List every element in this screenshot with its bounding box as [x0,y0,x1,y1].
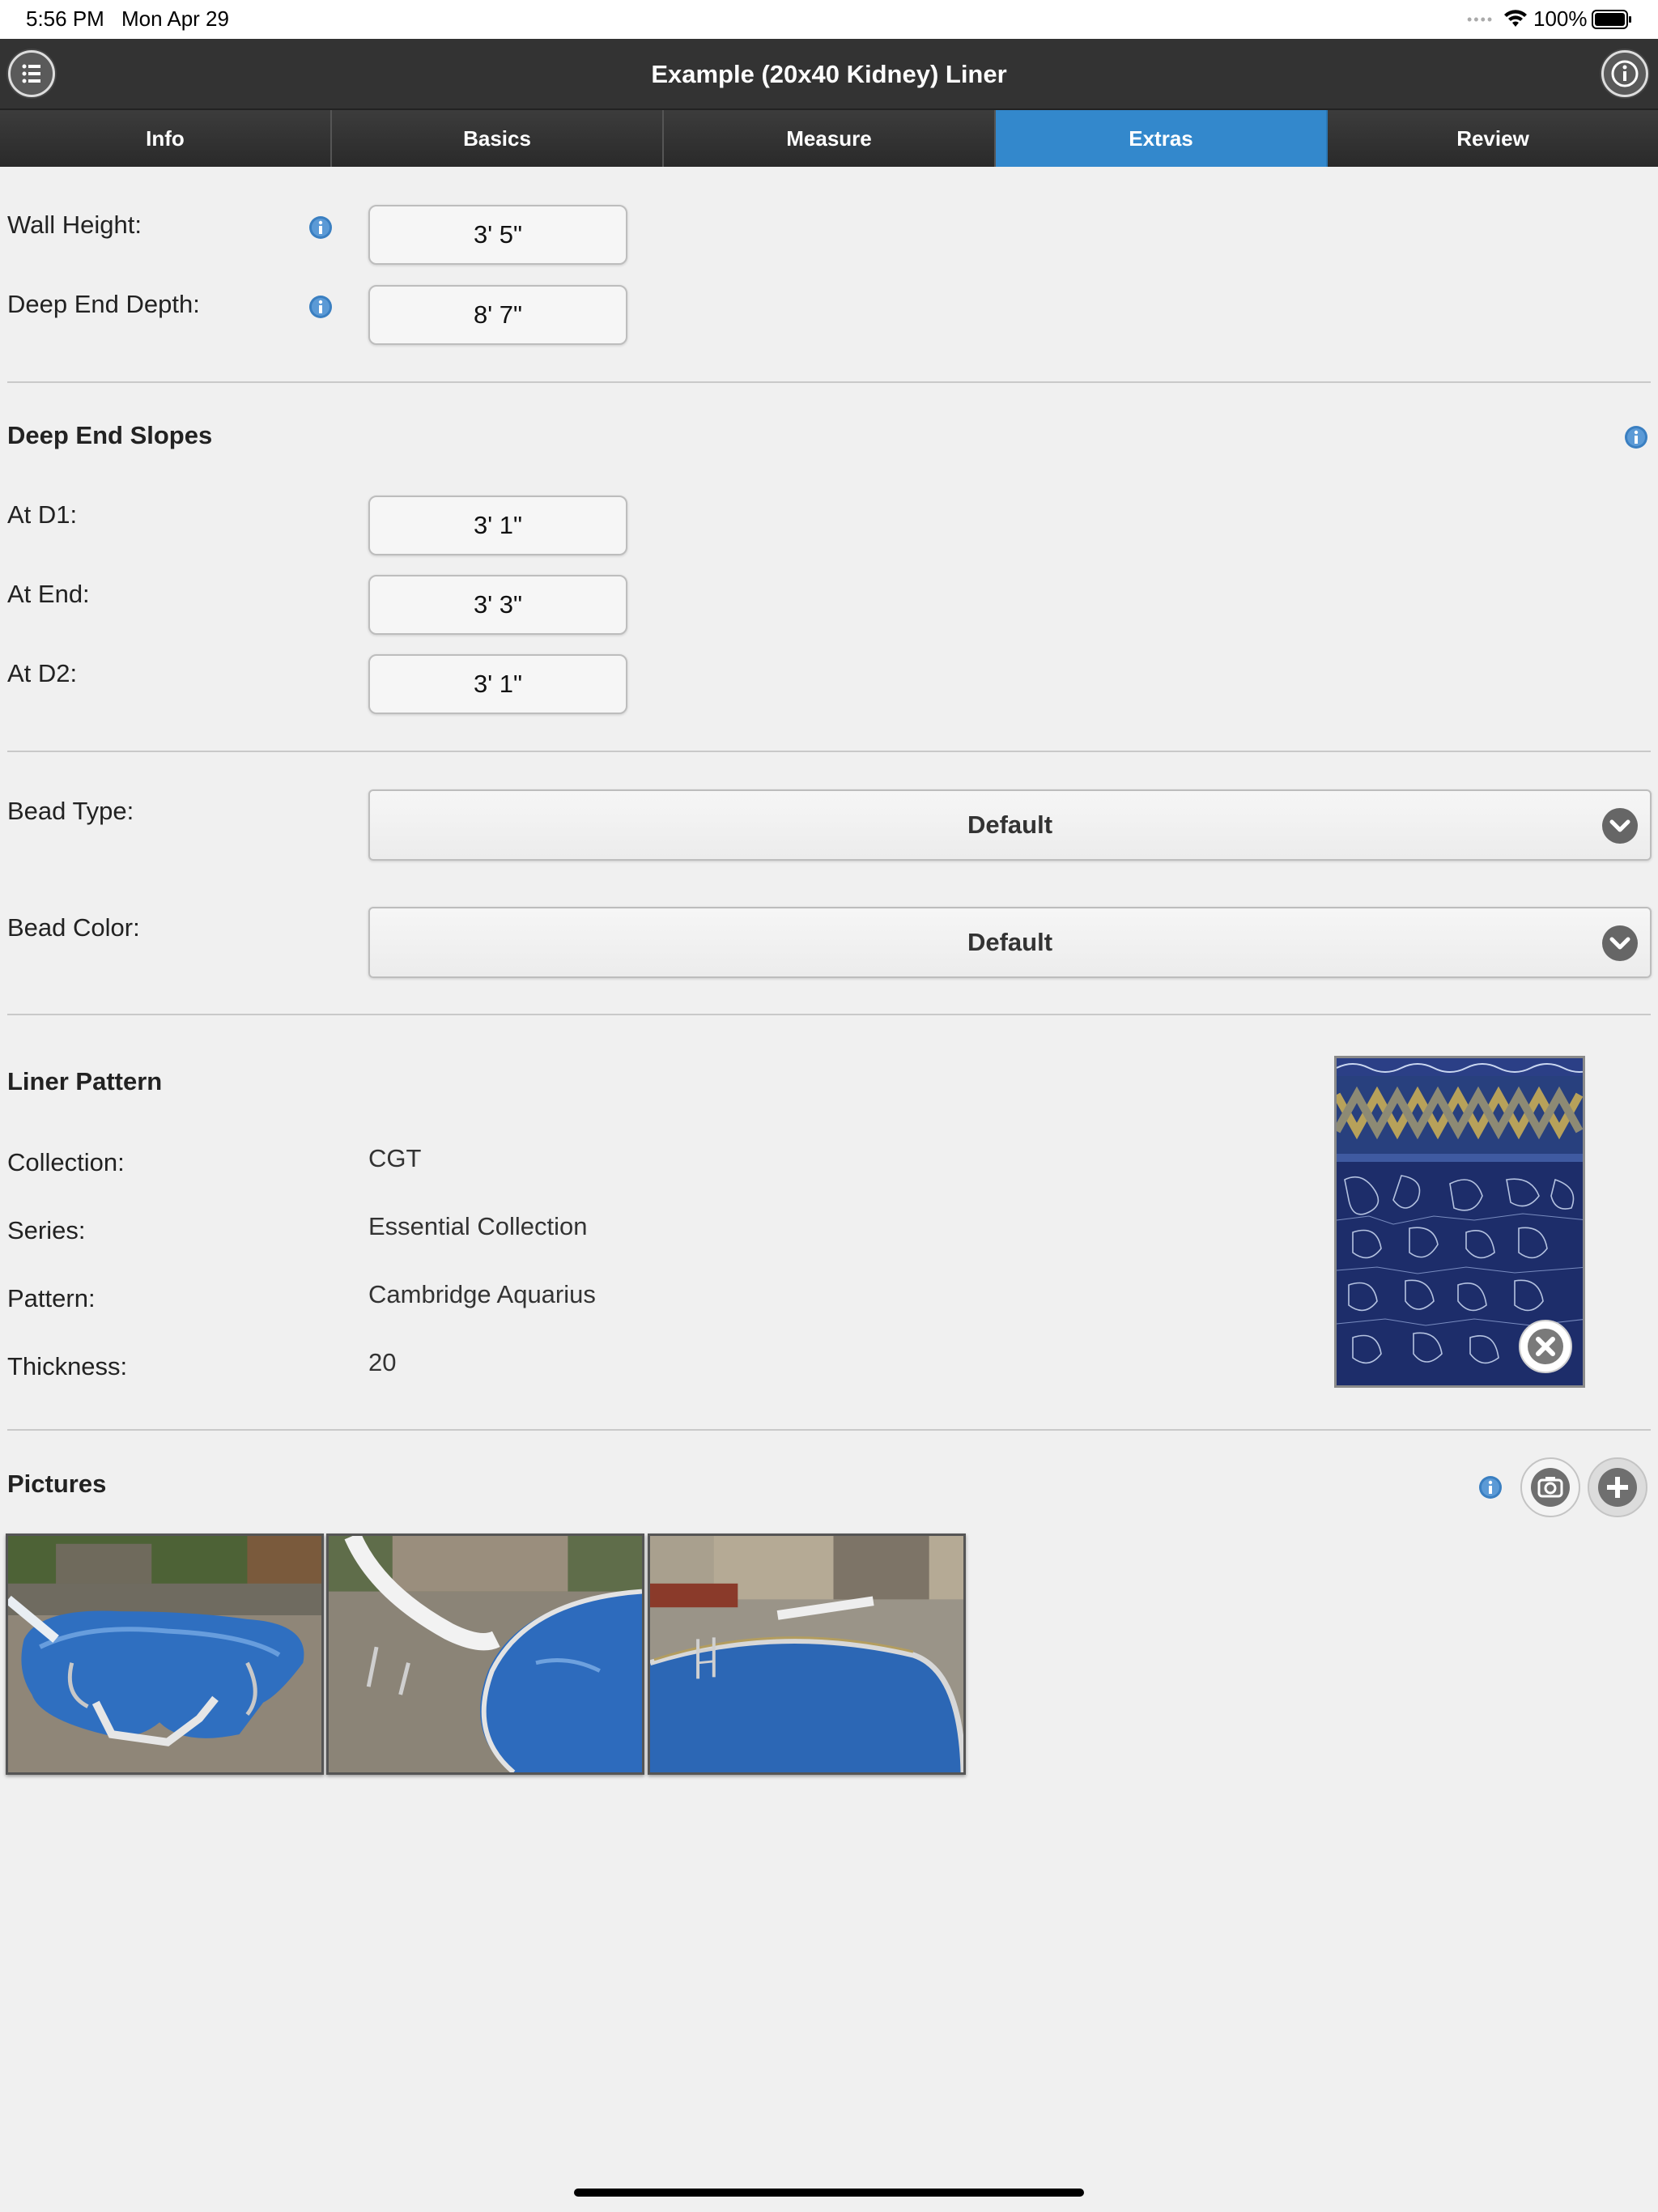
info-circle-icon [1611,60,1639,87]
chevron-down-icon [1602,925,1638,961]
tab-bar: Info Basics Measure Extras Review [0,110,1658,167]
liner-pattern-title: Liner Pattern [7,1067,163,1095]
pool-photo-2[interactable] [326,1534,644,1775]
series-label: Series: [7,1216,86,1244]
thickness-value: 20 [368,1348,397,1376]
deep-end-depth-button[interactable]: 8' 7" [368,285,627,345]
bead-color-value: Default [967,928,1053,956]
signal-dots-icon: •••• [1467,11,1494,28]
at-d1-button[interactable]: 3' 1" [368,496,627,555]
camera-button[interactable] [1520,1457,1581,1518]
bead-type-value: Default [967,810,1053,839]
pattern-value: Cambridge Aquarius [368,1280,596,1308]
tab-basics[interactable]: Basics [332,110,664,167]
wall-height-label: Wall Height: [7,211,142,239]
series-value: Essential Collection [368,1212,588,1240]
battery-percent: 100% [1533,6,1588,31]
pool-photo-1[interactable] [6,1534,324,1775]
thickness-label: Thickness: [7,1352,128,1380]
divider [7,751,1651,752]
tab-measure[interactable]: Measure [664,110,996,167]
at-end-label: At End: [7,580,90,608]
pictures-title: Pictures [7,1470,107,1498]
deep-end-depth-label: Deep End Depth: [7,290,200,318]
add-picture-button[interactable] [1587,1457,1648,1518]
bead-color-label: Bead Color: [7,913,140,942]
pool-photo-3[interactable] [648,1534,966,1775]
collection-label: Collection: [7,1148,125,1176]
pool-photo-image [650,1536,963,1772]
divider [7,1429,1651,1431]
divider [7,1014,1651,1015]
header-bar: Example (20x40 Kidney) Liner [0,39,1658,110]
tab-extras[interactable]: Extras [996,110,1328,167]
at-d1-label: At D1: [7,500,78,529]
page-title: Example (20x40 Kidney) Liner [651,60,1007,88]
at-end-button[interactable]: 3' 3" [368,575,627,635]
list-icon [22,64,40,83]
menu-button[interactable] [8,50,55,97]
status-bar: 5:56 PM Mon Apr 29 •••• 100% [0,0,1658,39]
bead-type-select[interactable]: Default [368,789,1652,861]
pool-photo-image [8,1536,321,1772]
info-icon[interactable] [1478,1475,1503,1499]
tab-review[interactable]: Review [1328,110,1658,167]
at-d2-button[interactable]: 3' 1" [368,654,627,714]
info-icon[interactable] [308,215,333,240]
bead-type-label: Bead Type: [7,797,134,825]
bead-color-select[interactable]: Default [368,907,1652,978]
close-circle-icon[interactable] [1517,1318,1574,1375]
chevron-down-icon [1602,808,1638,844]
about-button[interactable] [1601,50,1648,97]
collection-value: CGT [368,1144,422,1172]
status-date: Mon Apr 29 [121,6,229,31]
pool-photo-image [329,1536,642,1772]
wall-height-button[interactable]: 3' 5" [368,205,627,265]
status-time: 5:56 PM [26,6,104,31]
deep-end-slopes-title: Deep End Slopes [7,421,213,449]
pattern-label: Pattern: [7,1284,96,1312]
battery-icon [1592,10,1631,29]
divider [7,381,1651,383]
home-indicator [574,2189,1084,2197]
info-icon[interactable] [1624,425,1648,449]
wifi-icon [1504,10,1527,27]
tab-info[interactable]: Info [0,110,332,167]
at-d2-label: At D2: [7,659,78,687]
info-icon[interactable] [308,295,333,319]
